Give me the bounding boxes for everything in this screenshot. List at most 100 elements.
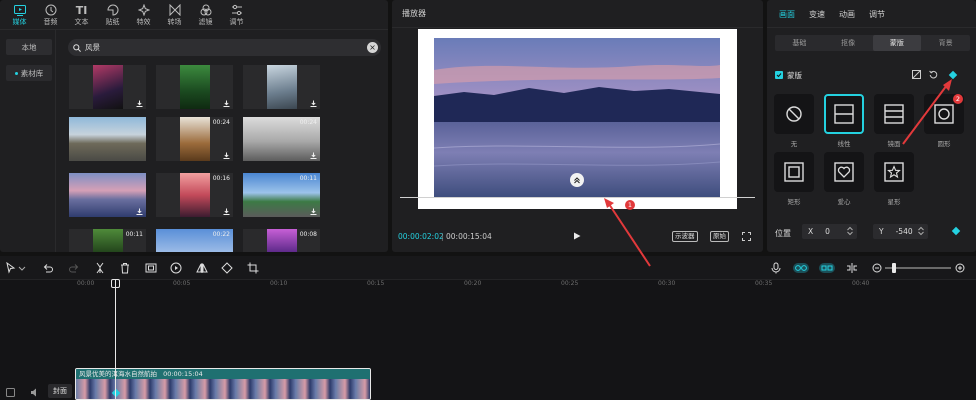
lock-track-icon[interactable] — [6, 388, 15, 397]
tab-media[interactable]: 媒体 — [4, 0, 35, 30]
sticker-icon — [106, 4, 119, 16]
mask-shape-linear[interactable] — [824, 94, 864, 134]
link-track-icon[interactable] — [793, 262, 809, 274]
stepper-icon[interactable] — [846, 226, 854, 236]
download-icon[interactable] — [223, 100, 230, 107]
freeze-frame-icon[interactable] — [145, 262, 157, 274]
tab-transition[interactable]: 转场 — [159, 0, 190, 30]
download-icon[interactable] — [223, 208, 230, 215]
mask-shape-label: 爱心 — [837, 198, 851, 206]
feather-handle-icon[interactable] — [570, 173, 584, 187]
invert-mask-icon[interactable] — [912, 70, 921, 79]
play-icon[interactable] — [573, 232, 581, 240]
tab-adjust[interactable]: 调节 — [221, 0, 252, 30]
position-keyframe-icon[interactable] — [951, 226, 961, 236]
clear-search-icon[interactable]: × — [367, 42, 378, 53]
library-button[interactable]: 素材库 — [6, 65, 52, 81]
keyframe-icon[interactable] — [948, 70, 958, 80]
tab-picture[interactable]: 画面 — [772, 0, 802, 28]
tab-speed[interactable]: 变速 — [802, 0, 832, 28]
media-thumbnail[interactable] — [69, 117, 146, 161]
thumbnail-image — [93, 65, 123, 109]
download-icon[interactable] — [310, 100, 317, 107]
video-clip[interactable]: 风景优美的洱海水自然航拍 00:00:15:04 — [75, 368, 371, 400]
tab-text[interactable]: TI 文本 — [66, 0, 97, 30]
tab-label: 媒体 — [12, 18, 27, 26]
tab-sticker[interactable]: 贴纸 — [97, 0, 128, 30]
tab-adjust[interactable]: 调节 — [862, 0, 892, 28]
select-cursor-icon[interactable] — [5, 262, 17, 274]
thumbnail-image — [180, 173, 210, 217]
subtab-mask[interactable]: 蒙版 — [872, 35, 922, 51]
mask-shape-rectangle[interactable] — [774, 152, 814, 192]
tab-effects[interactable]: 特效 — [128, 0, 159, 30]
crop-icon[interactable] — [247, 262, 259, 274]
zoom-slider-handle[interactable] — [892, 263, 896, 273]
mirror-icon[interactable] — [196, 262, 208, 274]
preview-axis-icon[interactable] — [846, 262, 858, 274]
mask-shape-none[interactable] — [774, 94, 814, 134]
mask-shape-star[interactable] — [874, 152, 914, 192]
local-button[interactable]: 本地 — [6, 39, 52, 55]
ratio-button[interactable]: 原始 — [710, 231, 729, 242]
annotation-badge: 1 — [625, 200, 635, 210]
playhead[interactable] — [115, 280, 116, 400]
media-thumbnail[interactable] — [69, 173, 146, 217]
download-icon[interactable] — [310, 208, 317, 215]
media-thumbnail[interactable] — [69, 65, 146, 109]
media-thumbnail[interactable]: 00:24 — [243, 117, 320, 161]
heart-mask-icon — [834, 162, 854, 182]
media-thumbnail[interactable] — [156, 65, 233, 109]
download-icon[interactable] — [136, 100, 143, 107]
rotate-icon[interactable] — [221, 262, 233, 274]
ruler-tick-label: 00:20 — [464, 280, 482, 287]
media-thumbnail[interactable]: 00:22 — [156, 229, 233, 252]
position-x-input[interactable]: X 0 — [802, 224, 857, 239]
timeline-ruler[interactable]: 00:00 00:05 00:10 00:15 00:20 00:25 00:3… — [0, 280, 976, 292]
reset-icon[interactable] — [929, 70, 938, 79]
split-icon[interactable] — [94, 262, 106, 274]
tab-filter[interactable]: 滤镜 — [190, 0, 221, 30]
ruler-tick-label: 00:05 — [173, 280, 191, 287]
mask-shape-mirror[interactable] — [874, 94, 914, 134]
tab-audio[interactable]: 音频 — [35, 0, 66, 30]
download-icon[interactable] — [223, 152, 230, 159]
delete-icon[interactable] — [119, 262, 131, 274]
media-thumbnail[interactable]: 00:11 — [243, 173, 320, 217]
scope-button[interactable]: 示波器 — [672, 231, 698, 242]
media-thumbnail[interactable]: 00:11 — [69, 229, 146, 252]
magnet-snap-icon[interactable] — [819, 262, 835, 274]
mask-label: 蒙版 — [787, 71, 802, 80]
zoom-in-icon[interactable] — [955, 262, 965, 274]
undo-icon[interactable] — [42, 262, 54, 274]
tab-animation[interactable]: 动画 — [832, 0, 862, 28]
clip-filmstrip — [76, 379, 370, 399]
search-input[interactable]: 风景 × — [68, 39, 381, 56]
download-icon[interactable] — [310, 152, 317, 159]
subtab-chroma[interactable]: 抠像 — [824, 35, 873, 51]
thumbnail-image — [180, 117, 210, 161]
fullscreen-icon[interactable] — [742, 232, 751, 241]
mask-shape-heart[interactable] — [824, 152, 864, 192]
zoom-out-icon[interactable] — [872, 262, 882, 274]
thumbnail-duration: 00:11 — [125, 231, 143, 238]
tab-label: 滤镜 — [198, 18, 213, 26]
subtab-basic[interactable]: 基础 — [775, 35, 824, 51]
stepper-icon[interactable] — [917, 226, 925, 236]
linear-mask-line[interactable] — [400, 197, 755, 198]
media-thumbnail[interactable] — [243, 65, 320, 109]
media-thumbnail[interactable]: 00:08 — [243, 229, 320, 252]
redo-icon[interactable] — [68, 262, 80, 274]
mute-track-icon[interactable] — [30, 388, 39, 397]
microphone-icon[interactable] — [770, 262, 782, 274]
chevron-down-icon[interactable] — [18, 262, 26, 274]
subtab-background[interactable]: 背景 — [921, 35, 970, 51]
mask-checkbox[interactable] — [775, 71, 783, 79]
media-thumbnail[interactable]: 00:16 — [156, 173, 233, 217]
download-icon[interactable] — [136, 208, 143, 215]
cover-button[interactable]: 封面 — [48, 384, 72, 398]
media-thumbnail[interactable]: 00:24 — [156, 117, 233, 161]
reverse-play-icon[interactable] — [170, 262, 182, 274]
clip-header: 风景优美的洱海水自然航拍 00:00:15:04 — [76, 369, 370, 379]
position-y-input[interactable]: Y -540 — [873, 224, 928, 239]
